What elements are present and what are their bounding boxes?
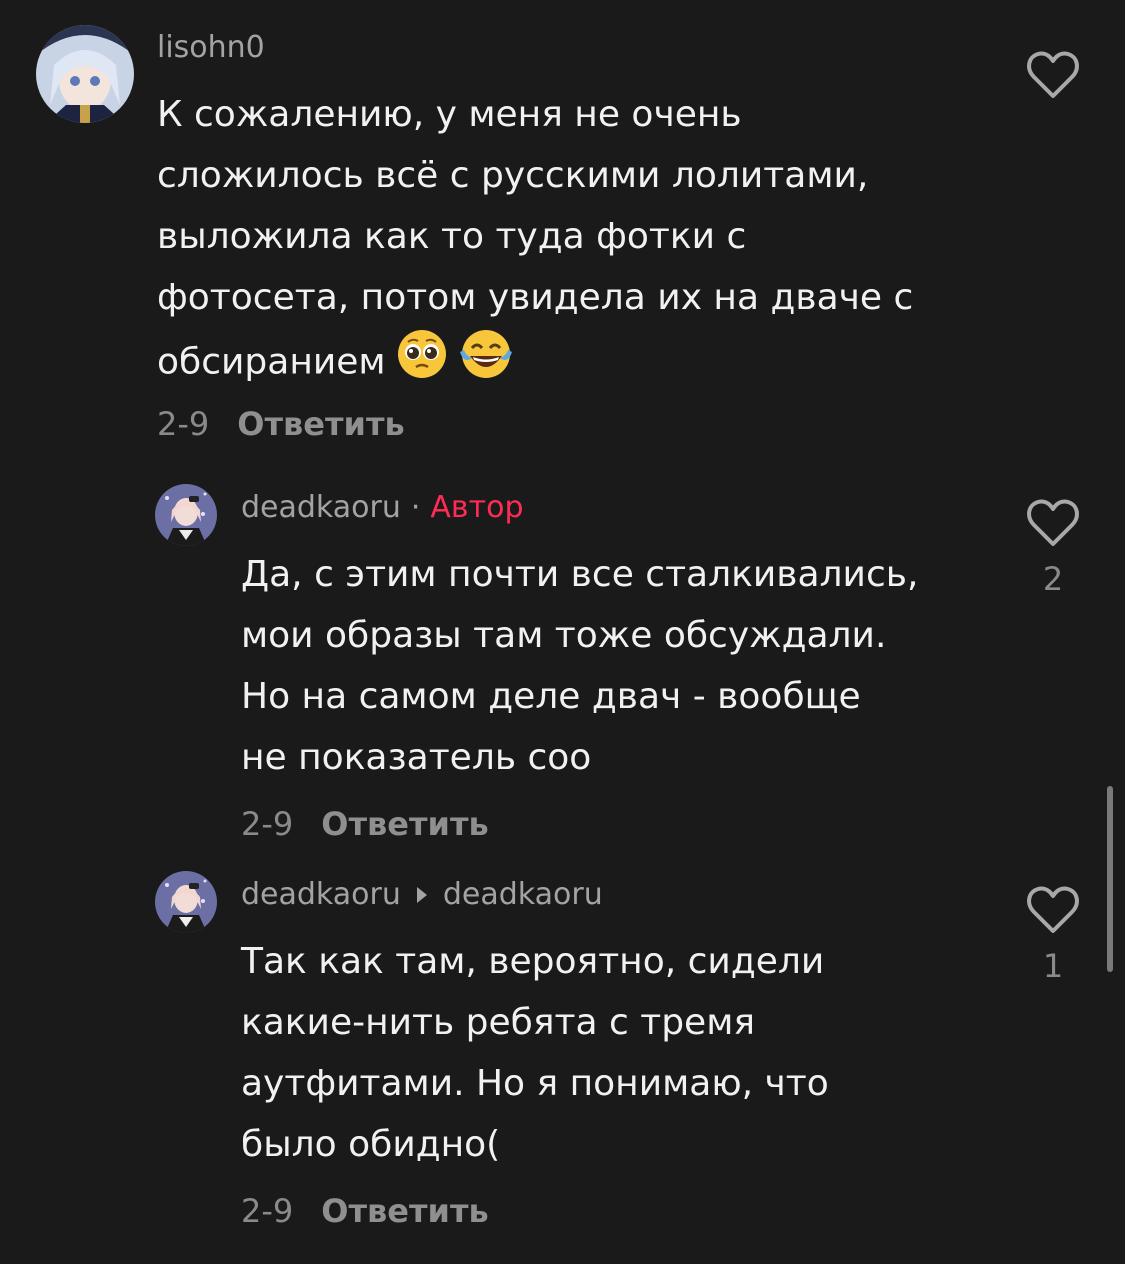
reply-arrow-icon bbox=[416, 886, 427, 903]
like-count: 2 bbox=[1042, 560, 1064, 598]
like-count: 1 bbox=[1042, 947, 1064, 985]
comment-body: К сожалению, у меня не очень сложилось в… bbox=[157, 94, 914, 383]
username-row: lisohn0 bbox=[157, 30, 265, 65]
reply-item: deadkaoru · Автор Да, с этим почти все с… bbox=[0, 460, 1125, 860]
separator: · bbox=[410, 490, 421, 525]
face-with-tears-of-joy-icon bbox=[458, 328, 514, 399]
scrollbar[interactable] bbox=[1107, 786, 1113, 972]
avatar[interactable] bbox=[155, 871, 217, 933]
comment-date: 2-9 bbox=[157, 405, 210, 443]
avatar[interactable] bbox=[155, 484, 217, 546]
reply-button[interactable]: Ответить bbox=[321, 805, 488, 843]
comment-text: К сожалению, у меня не очень сложилось в… bbox=[157, 84, 987, 399]
username-row: deadkaoru deadkaoru bbox=[241, 877, 603, 912]
comment-text: Да, с этим почти все сталкивались, мои о… bbox=[241, 554, 919, 778]
heart-icon[interactable] bbox=[1025, 50, 1081, 104]
username[interactable]: deadkaoru bbox=[241, 490, 401, 525]
avatar[interactable] bbox=[36, 25, 134, 123]
username[interactable]: lisohn0 bbox=[157, 30, 265, 65]
comment-item: lisohn0 К сожалению, у меня не очень сло… bbox=[0, 0, 1125, 460]
username-row: deadkaoru · Автор bbox=[241, 490, 523, 525]
comment-text: Так как там, вероятно, сидели какие-нить… bbox=[241, 941, 829, 1165]
author-badge: Автор bbox=[430, 490, 524, 525]
reply-to-username[interactable]: deadkaoru bbox=[443, 877, 603, 912]
heart-icon[interactable] bbox=[1025, 885, 1081, 939]
username[interactable]: deadkaoru bbox=[241, 877, 401, 912]
pleading-face-icon bbox=[396, 328, 448, 399]
reply-button[interactable]: Ответить bbox=[321, 1192, 488, 1230]
reply-item: deadkaoru deadkaoru Так как там, вероятн… bbox=[0, 847, 1125, 1264]
comment-meta: 2-9 Ответить bbox=[157, 405, 405, 443]
like-area: 2 bbox=[1013, 498, 1093, 598]
like-area bbox=[1013, 50, 1093, 112]
like-area: 1 bbox=[1013, 885, 1093, 985]
comment-meta: 2-9 Ответить bbox=[241, 1192, 489, 1230]
heart-icon[interactable] bbox=[1025, 498, 1081, 552]
comment-meta: 2-9 Ответить bbox=[241, 805, 489, 843]
comment-date: 2-9 bbox=[241, 805, 294, 843]
comment-date: 2-9 bbox=[241, 1192, 294, 1230]
reply-button[interactable]: Ответить bbox=[237, 405, 404, 443]
